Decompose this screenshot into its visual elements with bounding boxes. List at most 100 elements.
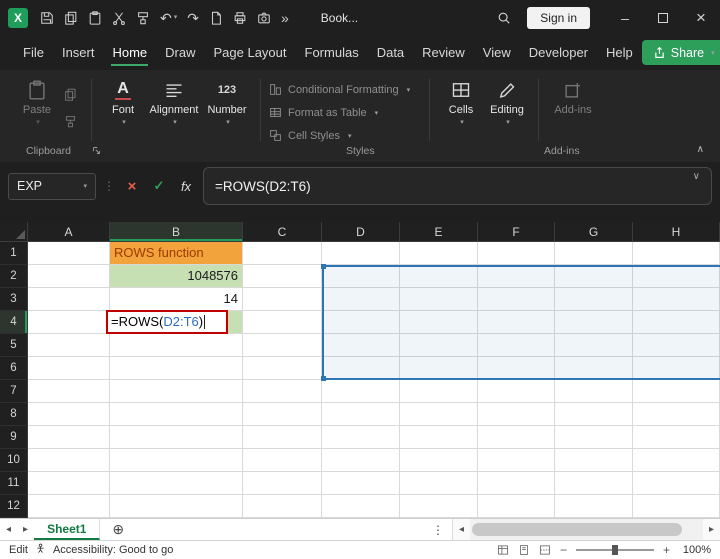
cell-G1[interactable] [555,242,633,265]
format-painter-icon[interactable] [136,9,150,27]
range-handle[interactable] [321,376,326,381]
sheet-tab-sheet1[interactable]: Sheet1 [34,519,101,540]
new-workbook-icon[interactable] [209,9,223,27]
alignment-button[interactable]: Alignment ▾ [146,77,202,126]
formula-bar-expand-icon[interactable]: ∨ [693,171,700,182]
cell-G7[interactable] [555,380,633,403]
zoom-level[interactable]: 100% [679,544,711,556]
cell-H12[interactable] [633,495,720,518]
cell-E10[interactable] [400,449,478,472]
copy-icon[interactable] [64,9,78,27]
cell-D12[interactable] [322,495,400,518]
zoom-slider-thumb[interactable] [611,545,618,555]
copy-icon[interactable] [64,85,77,103]
cell-styles-button[interactable]: Cell Styles ▾ [269,129,421,142]
cell-A8[interactable] [28,403,110,426]
tab-data[interactable]: Data [368,36,413,69]
tab-help[interactable]: Help [597,36,642,69]
cell-G11[interactable] [555,472,633,495]
cell-A4[interactable] [28,311,110,334]
cell-B12[interactable] [110,495,243,518]
row-header-5[interactable]: 5 [0,334,28,357]
cell-G12[interactable] [555,495,633,518]
row-header-4[interactable]: 4 [0,311,28,334]
cell-A12[interactable] [28,495,110,518]
cell-F10[interactable] [478,449,555,472]
cell-C12[interactable] [243,495,322,518]
clipboard-dialog-launcher-icon[interactable] [92,146,101,158]
insert-function-icon[interactable]: fx [176,179,196,194]
conditional-formatting-button[interactable]: Conditional Formatting ▾ [269,83,421,96]
format-painter-icon[interactable] [64,112,77,130]
cell-H7[interactable] [633,380,720,403]
tab-developer[interactable]: Developer [520,36,597,69]
cell-F11[interactable] [478,472,555,495]
column-header-D[interactable]: D [322,222,400,242]
paste-button[interactable]: Paste ▾ [14,77,60,126]
row-header-2[interactable]: 2 [0,265,28,288]
search-icon[interactable] [497,9,511,27]
cell-C8[interactable] [243,403,322,426]
cell-B6[interactable] [110,357,243,380]
sign-in-button[interactable]: Sign in [527,6,590,29]
cell-A9[interactable] [28,426,110,449]
camera-icon[interactable] [257,9,271,27]
cell-F1[interactable] [478,242,555,265]
cell-H1[interactable] [633,242,720,265]
row-header-11[interactable]: 11 [0,472,28,495]
cell-B7[interactable] [110,380,243,403]
scroll-right-icon[interactable]: ▸ [703,524,720,535]
cell-C3[interactable] [243,288,322,311]
row-header-9[interactable]: 9 [0,426,28,449]
cell-H9[interactable] [633,426,720,449]
cell-B5[interactable] [110,334,243,357]
cut-icon[interactable] [112,9,126,27]
sheet-nav-left-icon[interactable]: ◂ [0,524,17,535]
cell-F9[interactable] [478,426,555,449]
cell-C10[interactable] [243,449,322,472]
cell-B9[interactable] [110,426,243,449]
cell-A10[interactable] [28,449,110,472]
share-button[interactable]: Share ▾ [641,40,720,65]
cell-H10[interactable] [633,449,720,472]
cell-C2[interactable] [243,265,322,288]
cell-B4[interactable]: =ROWS(D2:T6) [106,310,243,334]
tab-page-layout[interactable]: Page Layout [205,36,296,69]
print-icon[interactable] [233,9,247,27]
tab-home[interactable]: Home [103,36,156,69]
cell-A3[interactable] [28,288,110,311]
formula-input[interactable]: =ROWS(D2:T6) ∨ [203,167,712,205]
cell-H11[interactable] [633,472,720,495]
cell-C4[interactable] [243,311,322,334]
tab-formulas[interactable]: Formulas [296,36,368,69]
cell-A6[interactable] [28,357,110,380]
zoom-in-icon[interactable]: + [663,543,670,557]
cell-H8[interactable] [633,403,720,426]
cell-G10[interactable] [555,449,633,472]
cells-button[interactable]: Cells ▾ [438,77,484,126]
cell-F7[interactable] [478,380,555,403]
scrollbar-thumb[interactable] [472,523,683,536]
cell-E1[interactable] [400,242,478,265]
font-button[interactable]: A Font ▾ [100,77,146,126]
column-header-A[interactable]: A [28,222,110,242]
row-header-12[interactable]: 12 [0,495,28,518]
tab-file[interactable]: File [14,36,53,69]
tab-view[interactable]: View [474,36,520,69]
row-header-10[interactable]: 10 [0,449,28,472]
cell-E7[interactable] [400,380,478,403]
save-icon[interactable] [40,9,54,27]
number-button[interactable]: 123 Number ▾ [202,77,252,126]
cell-B8[interactable] [110,403,243,426]
cell-G9[interactable] [555,426,633,449]
excel-logo-icon[interactable]: X [8,7,28,28]
page-break-view-icon[interactable] [539,544,551,556]
cell-A1[interactable] [28,242,110,265]
close-icon[interactable]: × [682,0,720,35]
accessibility-status[interactable]: Accessibility: Good to go [53,544,173,556]
undo-icon[interactable]: ↶ ▾ [160,9,177,27]
zoom-slider[interactable] [575,545,654,555]
column-header-C[interactable]: C [243,222,322,242]
cell-E11[interactable] [400,472,478,495]
maximize-icon[interactable] [644,0,682,35]
